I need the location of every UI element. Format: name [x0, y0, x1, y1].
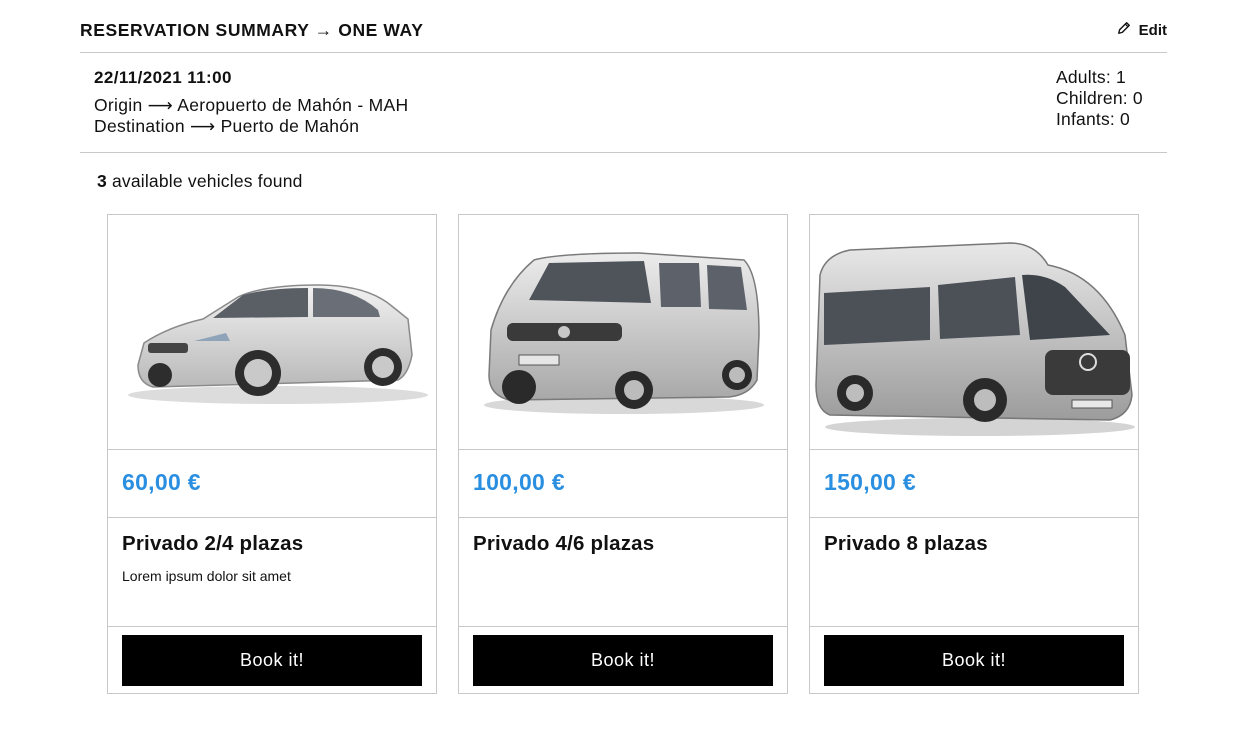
divider: [459, 517, 787, 518]
trip-datetime: 22/11/2021 11:00: [94, 68, 232, 87]
results-label: available vehicles found: [111, 171, 303, 191]
results-count: 3 available vehicles found: [97, 171, 303, 192]
divider: [108, 517, 436, 518]
passenger-counts: Adults: 1 Children: 0 Infants: 0: [1056, 67, 1143, 130]
vehicle-image-sedan: [108, 215, 436, 450]
vehicle-price: 60,00 €: [122, 469, 201, 495]
vehicle-name: Privado 4/6 plazas: [473, 532, 655, 555]
vehicle-price: 100,00 €: [473, 469, 565, 495]
infants-count: Infants: 0: [1056, 109, 1130, 129]
divider: [459, 626, 787, 627]
vehicle-image-van: [459, 215, 787, 450]
reservation-header: RESERVATION SUMMARY → ONE WAY Edit: [80, 0, 1167, 53]
divider: [810, 517, 1138, 518]
book-button[interactable]: Book it!: [473, 635, 773, 686]
adults-count: Adults: 1: [1056, 67, 1126, 87]
book-button[interactable]: Book it!: [824, 635, 1124, 686]
edit-button[interactable]: Edit: [1117, 21, 1167, 39]
children-count: Children: 0: [1056, 88, 1143, 108]
vehicle-image-minibus: [810, 215, 1138, 450]
book-button[interactable]: Book it!: [122, 635, 422, 686]
divider: [810, 626, 1138, 627]
vehicle-card: 60,00 € Privado 2/4 plazas Lorem ipsum d…: [107, 214, 437, 694]
vehicle-name: Privado 2/4 plazas: [122, 532, 304, 555]
edit-label: Edit: [1138, 21, 1167, 39]
vehicle-description: Lorem ipsum dolor sit amet: [122, 568, 291, 584]
trip-summary: 22/11/2021 11:00 Origin ⟶ Aeropuerto de …: [80, 53, 1167, 153]
destination-text: Destination ⟶ Puerto de Mahón: [94, 116, 360, 136]
vehicle-card: 150,00 € Privado 8 plazas Book it!: [809, 214, 1139, 694]
vehicle-price: 150,00 €: [824, 469, 916, 495]
results-number: 3: [97, 171, 107, 191]
vehicle-card: 100,00 € Privado 4/6 plazas Book it!: [458, 214, 788, 694]
trip-route: Origin ⟶ Aeropuerto de Mahón - MAH Desti…: [94, 95, 408, 137]
pencil-icon: [1117, 21, 1131, 39]
page-title: RESERVATION SUMMARY → ONE WAY: [80, 20, 424, 40]
origin-text: Origin ⟶ Aeropuerto de Mahón - MAH: [94, 95, 409, 115]
vehicle-name: Privado 8 plazas: [824, 532, 988, 555]
divider: [108, 626, 436, 627]
